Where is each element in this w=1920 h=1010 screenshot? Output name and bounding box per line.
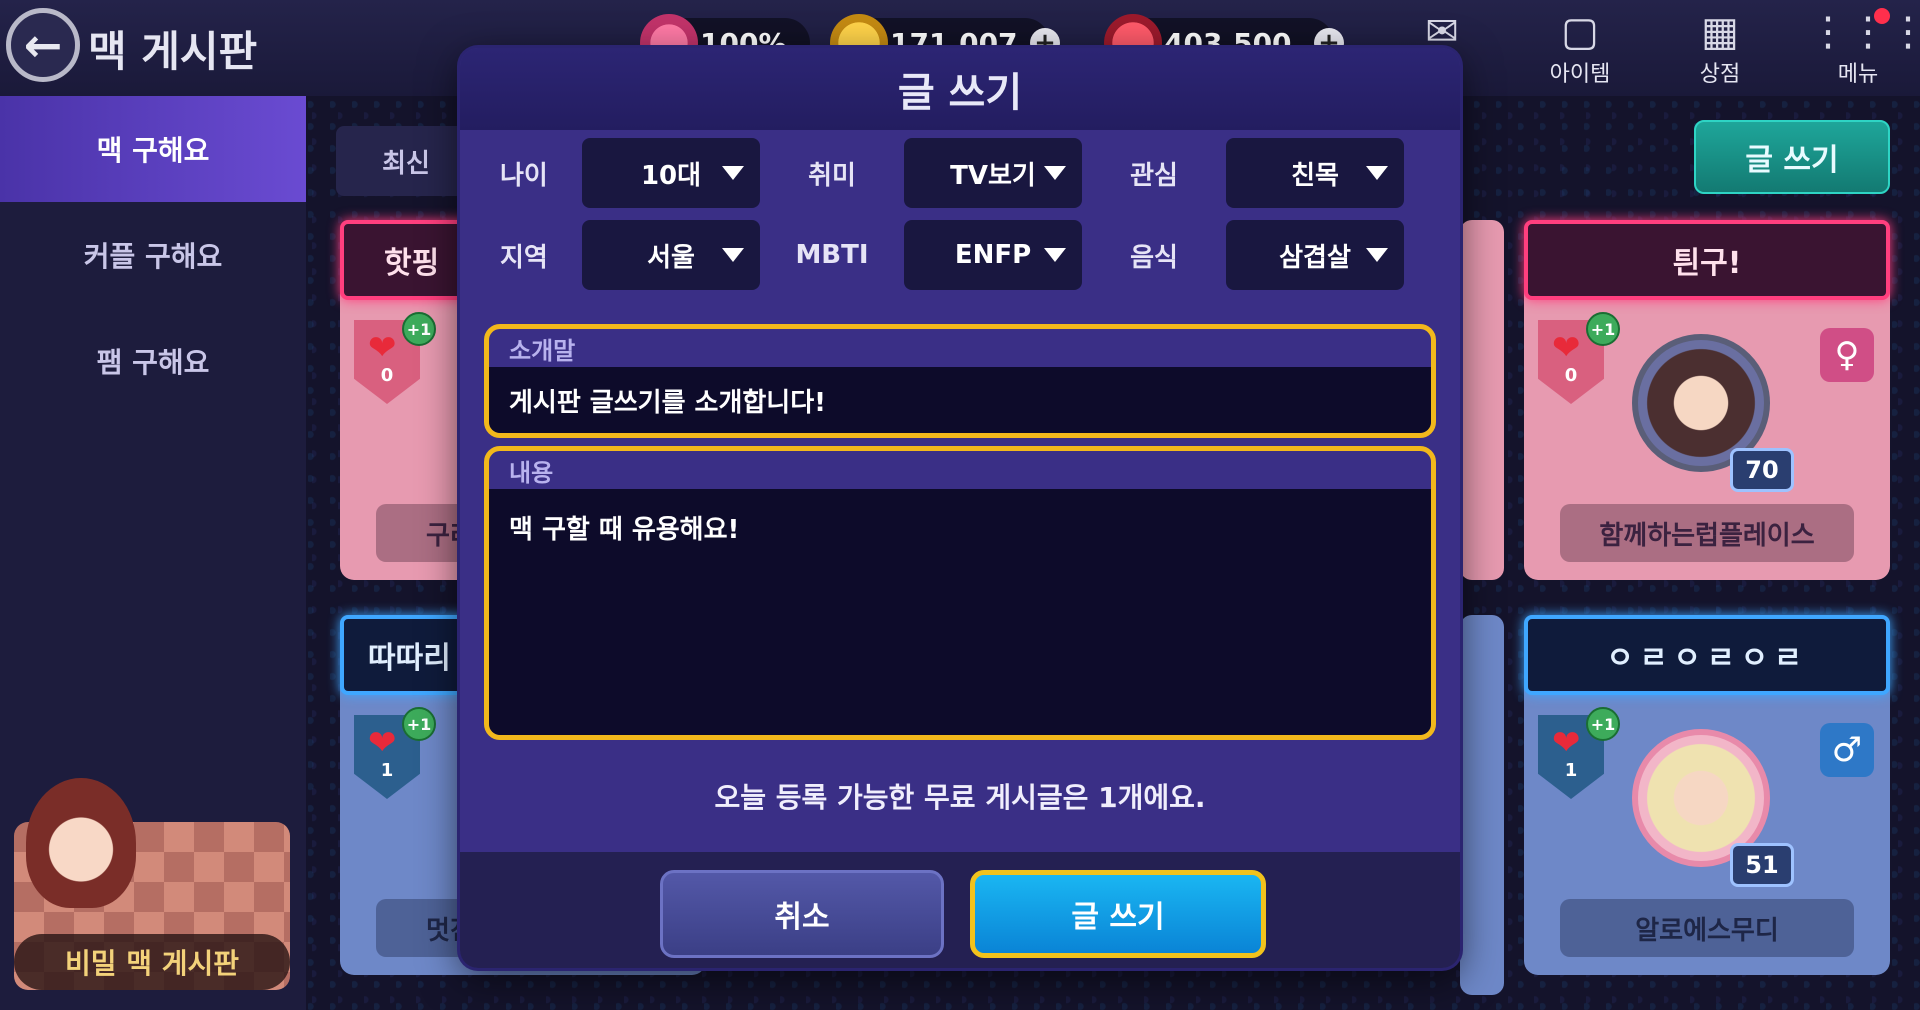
select-value: 서울 bbox=[647, 242, 695, 273]
select-value: 10대 bbox=[640, 160, 702, 191]
write-post-dialog: 글 쓰기 나이 10대 취미 TV보기 관심 친목 지역 서울 MBTI ENF… bbox=[460, 48, 1460, 968]
select-value: TV보기 bbox=[950, 160, 1036, 191]
age-select[interactable]: 10대 bbox=[582, 138, 760, 208]
content-field: 내용 맥 구할 때 유용해요! bbox=[484, 446, 1436, 740]
select-value: 삼겹살 bbox=[1279, 242, 1351, 273]
select-value: ENFP bbox=[954, 240, 1032, 270]
intro-input[interactable]: 게시판 글쓰기를 소개합니다! bbox=[489, 367, 1431, 433]
content-textarea[interactable]: 맥 구할 때 유용해요! bbox=[489, 489, 1431, 735]
chevron-down-icon bbox=[1366, 166, 1388, 180]
food-select[interactable]: 삼겹살 bbox=[1226, 220, 1404, 290]
hobby-select[interactable]: TV보기 bbox=[904, 138, 1082, 208]
chevron-down-icon bbox=[722, 248, 744, 262]
chevron-down-icon bbox=[1044, 166, 1066, 180]
filter-label: 나이 bbox=[500, 160, 548, 191]
select-value: 친목 bbox=[1291, 160, 1339, 191]
intro-label: 소개말 bbox=[509, 336, 576, 365]
dialog-footer: 취소 글 쓰기 bbox=[460, 852, 1460, 968]
free-post-notice: 오늘 등록 가능한 무료 게시글은 1개에요. bbox=[714, 781, 1206, 814]
filter-label: 음식 bbox=[1130, 242, 1178, 273]
interest-select[interactable]: 친목 bbox=[1226, 138, 1404, 208]
filter-label: 지역 bbox=[500, 242, 548, 273]
filter-row: 나이 10대 취미 TV보기 관심 친목 bbox=[486, 138, 1436, 208]
chevron-down-icon bbox=[1366, 248, 1388, 262]
intro-field: 소개말 게시판 글쓰기를 소개합니다! bbox=[484, 324, 1436, 438]
dialog-title: 글 쓰기 bbox=[460, 48, 1460, 130]
filter-label: MBTI bbox=[795, 240, 869, 270]
region-select[interactable]: 서울 bbox=[582, 220, 760, 290]
submit-post-button[interactable]: 글 쓰기 bbox=[970, 870, 1266, 958]
mbti-select[interactable]: ENFP bbox=[904, 220, 1082, 290]
content-label: 내용 bbox=[509, 458, 554, 487]
filter-row: 지역 서울 MBTI ENFP 음식 삼겹살 bbox=[486, 220, 1436, 290]
filter-label: 취미 bbox=[808, 160, 856, 191]
chevron-down-icon bbox=[722, 166, 744, 180]
filter-label: 관심 bbox=[1130, 160, 1178, 191]
cancel-button[interactable]: 취소 bbox=[660, 870, 944, 958]
chevron-down-icon bbox=[1044, 248, 1066, 262]
